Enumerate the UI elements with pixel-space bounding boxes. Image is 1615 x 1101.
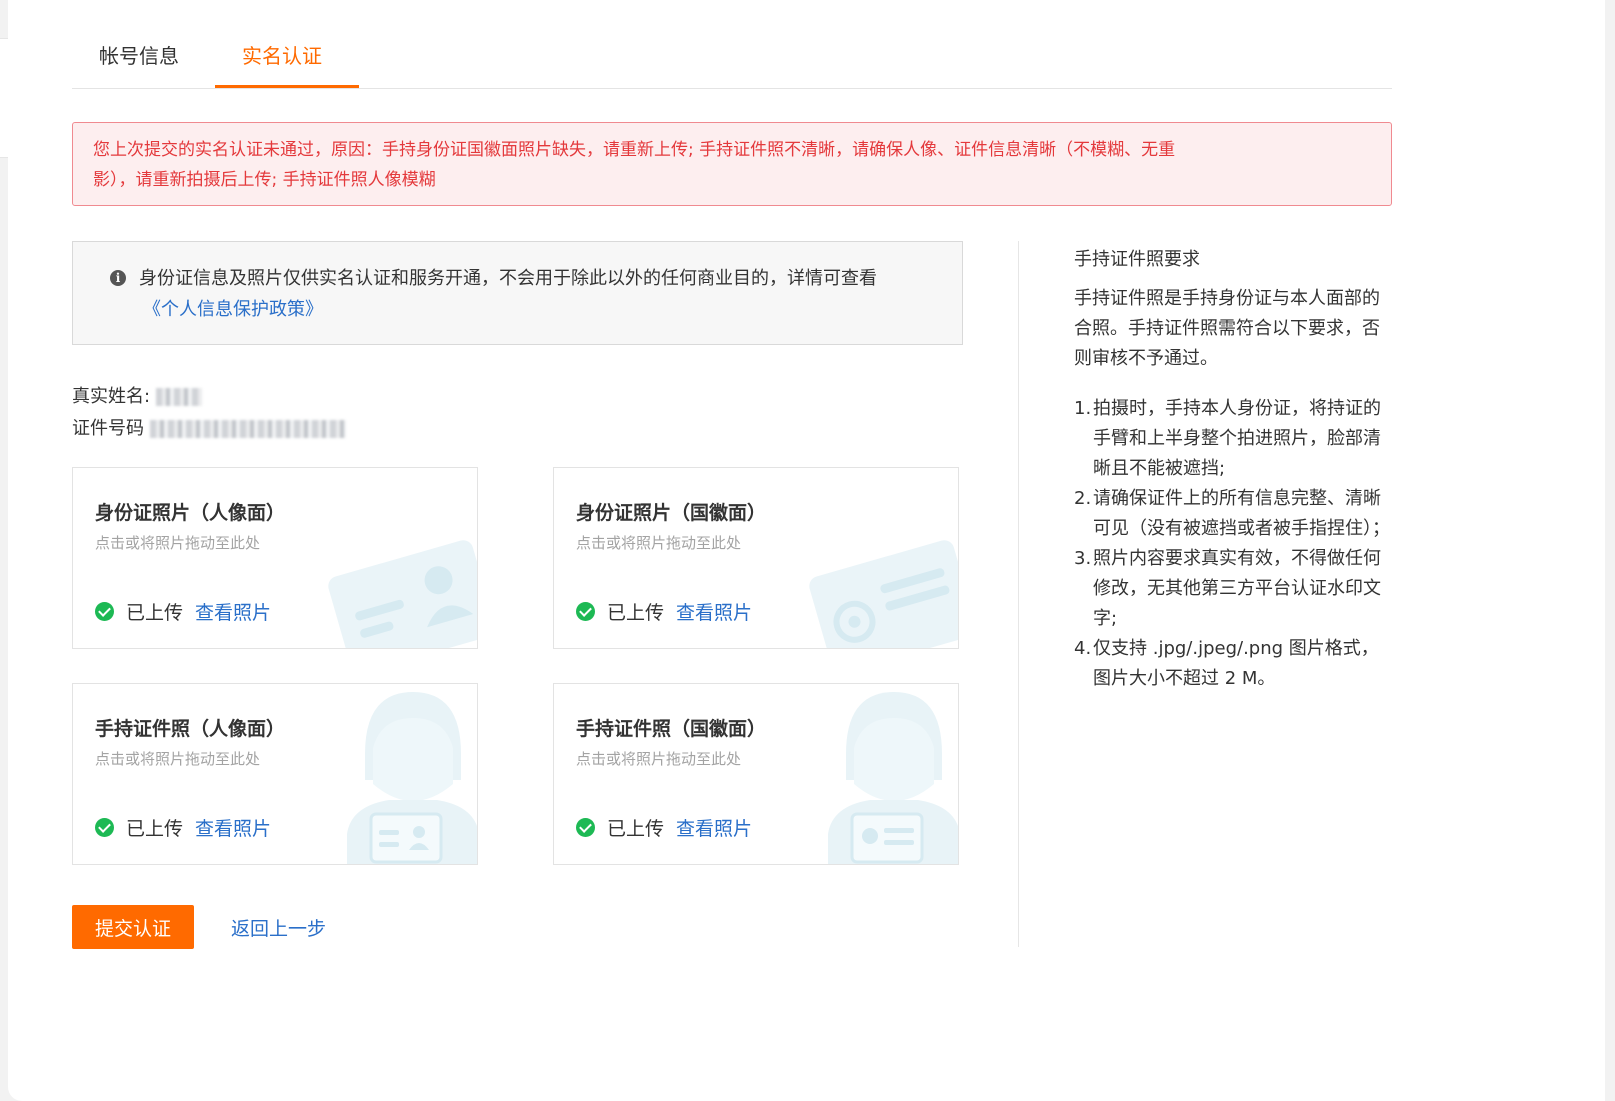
upload-status-text: 已上传 [126,602,184,624]
id-number-label: 证件号码 [72,418,144,439]
id-card-emblem-icon [809,540,958,648]
check-circle-icon [576,818,595,837]
requirement-text: 仅支持 .jpg/.jpeg/.png 图片格式，图片大小不超过 2 M。 [1093,638,1379,689]
upload-card-id-portrait[interactable]: 身份证照片（人像面） 点击或将照片拖动至此处 已上传 查看照片 [72,467,478,649]
requirement-item: 3. 照片内容要求真实有效，不得做任何修改，无其他第三方平台认证水印文字; [1074,544,1394,634]
id-number-row: 证件号码 [72,414,346,440]
view-photo-link[interactable]: 查看照片 [195,598,271,625]
privacy-policy-link[interactable]: 《个人信息保护政策》 [143,295,323,321]
card-hint: 点击或将照片拖动至此处 [95,750,261,768]
tab-real-name-verification[interactable]: 实名认证 [242,40,322,69]
card-title: 身份证照片（国徽面） [576,502,767,524]
requirement-item: 2. 请确保证件上的所有信息完整、清晰可见（没有被遮挡或者被手指捏住）； [1074,484,1394,544]
column-divider [1018,241,1019,947]
upload-status-text: 已上传 [607,818,665,840]
requirements-list: 1. 拍摄时，手持本人身份证，将持证的手臂和上半身整个拍进照片，脸部清晰且不能被遮… [1074,394,1394,694]
card-hint: 点击或将照片拖动至此处 [576,750,742,768]
rejection-alert: 您上次提交的实名认证未通过，原因：手持身份证国徽面照片缺失，请重新上传; 手持证… [72,122,1392,206]
card-hint: 点击或将照片拖动至此处 [576,534,742,552]
upload-card-id-emblem[interactable]: 身份证照片（国徽面） 点击或将照片拖动至此处 已上传 查看照片 [553,467,959,649]
view-photo-link[interactable]: 查看照片 [195,814,271,841]
info-circle-icon: i [110,270,126,286]
person-holding-id-icon [828,692,958,864]
id-card-portrait-icon [328,540,477,648]
requirement-number: 1. [1074,398,1092,419]
requirement-text: 请确保证件上的所有信息完整、清晰可见（没有被遮挡或者被手指捏住）； [1093,488,1390,539]
requirement-number: 2. [1074,488,1092,509]
upload-status-text: 已上传 [607,602,665,624]
card-title: 手持证件照（人像面） [95,718,286,740]
upload-card-handheld-portrait[interactable]: 手持证件照（人像面） 点击或将照片拖动至此处 已上传 查看照片 [72,683,478,865]
side-panel-edge [0,38,8,158]
requirement-text: 照片内容要求真实有效，不得做任何修改，无其他第三方平台认证水印文字; [1093,548,1381,629]
tab-bar: 帐号信息 实名认证 [72,0,1392,89]
requirement-item: 4. 仅支持 .jpg/.jpeg/.png 图片格式，图片大小不超过 2 M。 [1074,634,1394,694]
tab-account-info[interactable]: 帐号信息 [99,40,179,69]
active-tab-indicator [215,85,359,88]
check-circle-icon [576,602,595,621]
upload-card-handheld-emblem[interactable]: 手持证件照（国徽面） 点击或将照片拖动至此处 已上传 查看照片 [553,683,959,865]
privacy-notice: i 身份证信息及照片仅供实名认证和服务开通，不会用于除此以外的任何商业目的，详情… [72,241,963,345]
view-photo-link[interactable]: 查看照片 [676,814,752,841]
real-name-value-redacted [156,388,203,406]
submit-verification-button[interactable]: 提交认证 [72,905,194,949]
real-name-row: 真实姓名: [72,382,203,408]
upload-status: 已上传 查看照片 [95,598,271,625]
id-number-value-redacted [150,420,346,438]
upload-status: 已上传 查看照片 [576,598,752,625]
main-panel: 帐号信息 实名认证 您上次提交的实名认证未通过，原因：手持身份证国徽面照片缺失，… [8,0,1605,1101]
upload-status: 已上传 查看照片 [95,814,271,841]
requirements-intro: 手持证件照是手持身份证与本人面部的合照。手持证件照需符合以下要求，否则审核不予通… [1074,288,1380,369]
view-photo-link[interactable]: 查看照片 [676,598,752,625]
person-holding-id-icon [347,692,477,864]
requirement-text: 拍摄时，手持本人身份证，将持证的手臂和上半身整个拍进照片，脸部清晰且不能被遮挡; [1093,398,1381,479]
requirements-title: 手持证件照要求 [1074,249,1200,270]
requirement-number: 4. [1074,638,1092,659]
rejection-alert-line-1: 您上次提交的实名认证未通过，原因：手持身份证国徽面照片缺失，请重新上传; 手持证… [93,140,1176,160]
real-name-label: 真实姓名: [72,386,151,407]
card-title: 手持证件照（国徽面） [576,718,767,740]
card-title: 身份证照片（人像面） [95,502,286,524]
privacy-notice-text: 身份证信息及照片仅供实名认证和服务开通，不会用于除此以外的任何商业目的，详情可查… [139,268,877,289]
requirement-number: 3. [1074,548,1092,569]
requirement-item: 1. 拍摄时，手持本人身份证，将持证的手臂和上半身整个拍进照片，脸部清晰且不能被遮… [1074,394,1394,484]
check-circle-icon [95,602,114,621]
card-hint: 点击或将照片拖动至此处 [95,534,261,552]
upload-status-text: 已上传 [126,818,184,840]
upload-status: 已上传 查看照片 [576,814,752,841]
rejection-alert-line-2: 影），请重新拍摄后上传; 手持证件照人像模糊 [93,170,436,190]
back-link[interactable]: 返回上一步 [231,914,326,941]
check-circle-icon [95,818,114,837]
